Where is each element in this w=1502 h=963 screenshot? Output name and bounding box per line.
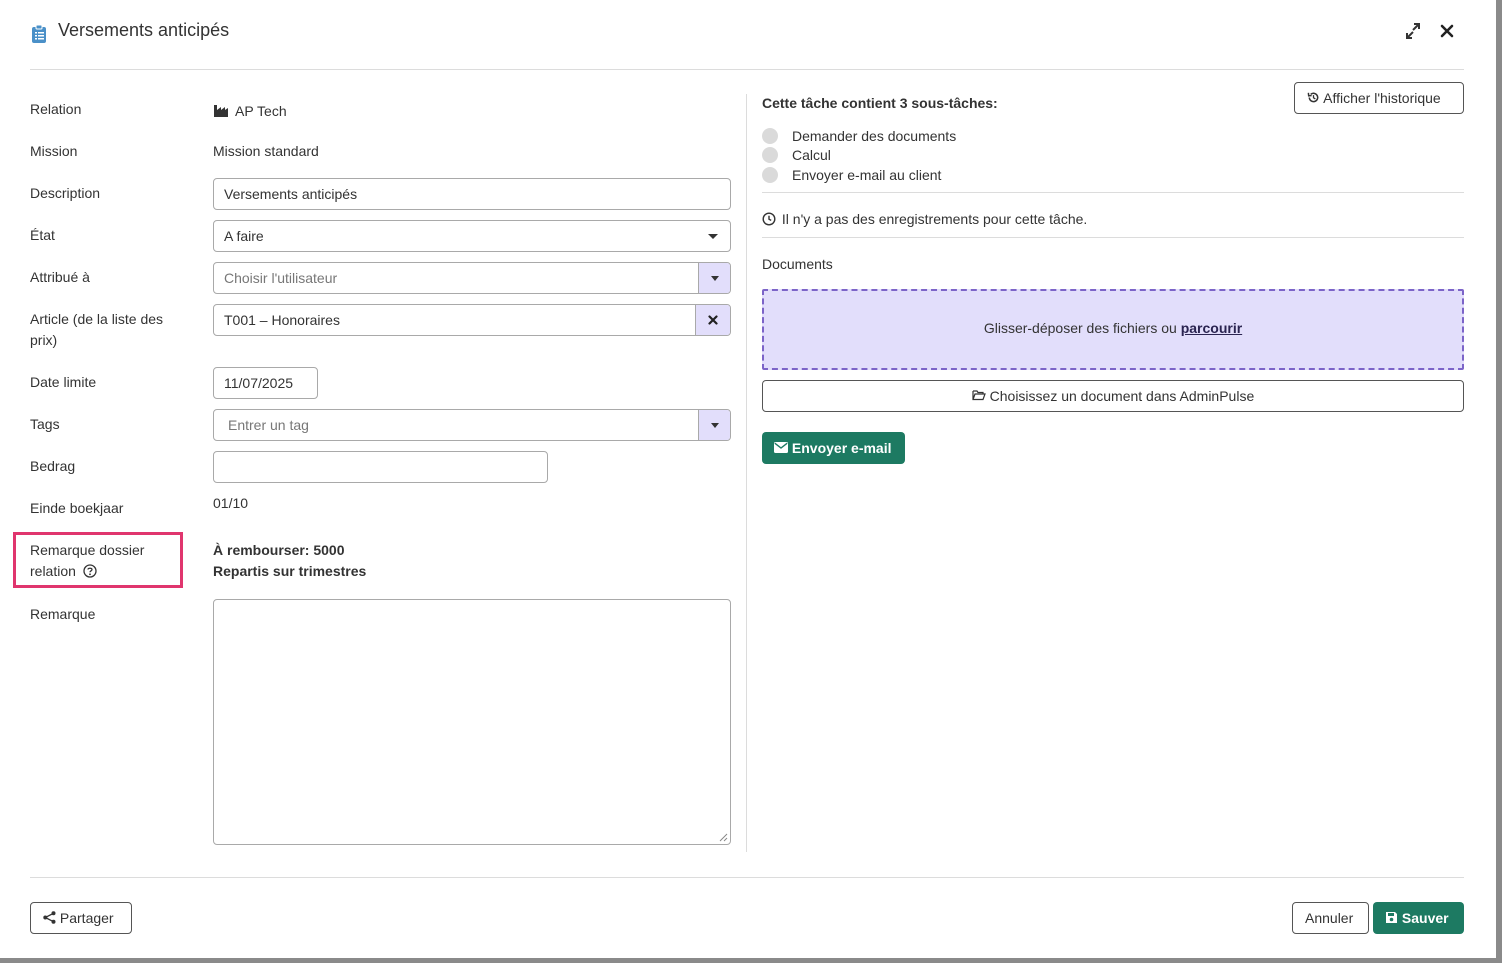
article-select[interactable]: T001 – Honoraires bbox=[213, 304, 731, 336]
relation-value[interactable]: AP Tech bbox=[213, 101, 287, 121]
tags-input[interactable]: Entrer un tag bbox=[213, 409, 731, 441]
mission-value: Mission standard bbox=[213, 143, 319, 159]
clock-icon bbox=[762, 212, 776, 226]
subtasks-heading: Cette tâche contient 3 sous-tâches: bbox=[762, 95, 998, 111]
save-button[interactable]: Sauver bbox=[1373, 902, 1464, 934]
choose-document-label: Choisissez un document dans AdminPulse bbox=[989, 388, 1255, 404]
assignee-select[interactable]: Choisir l'utilisateur bbox=[213, 262, 731, 294]
description-text: Versements anticipés bbox=[224, 186, 358, 202]
date-input[interactable]: 11/07/2025 bbox=[213, 367, 318, 399]
relation-label: Relation bbox=[30, 101, 82, 117]
dropzone-text: Glisser-déposer des fichiers ou bbox=[983, 320, 1177, 336]
remarque-label: Remarque bbox=[30, 606, 96, 622]
close-button[interactable] bbox=[1437, 20, 1457, 42]
share-label: Partager bbox=[59, 910, 114, 926]
tags-placeholder: Entrer un tag bbox=[228, 417, 309, 433]
modal-title: Versements anticipés bbox=[58, 20, 230, 40]
remarque-textarea[interactable] bbox=[213, 599, 731, 845]
share-icon bbox=[43, 911, 56, 924]
einde-value: 01/10 bbox=[213, 495, 249, 511]
no-records-text: Il n'y a pas des enregistrements pour ce… bbox=[781, 211, 1088, 227]
tags-label: Tags bbox=[30, 416, 60, 432]
cancel-button[interactable]: Annuler bbox=[1292, 902, 1369, 934]
resize-handle-icon[interactable] bbox=[719, 833, 728, 842]
etat-select[interactable]: A faire bbox=[213, 220, 731, 252]
bedrag-input[interactable] bbox=[213, 451, 548, 483]
expand-button[interactable] bbox=[1403, 20, 1423, 42]
remarque-dossier-line2: Repartis sur trimestres bbox=[213, 563, 367, 579]
subtasks-divider bbox=[762, 192, 1464, 193]
envelope-icon bbox=[774, 442, 788, 454]
no-records-message: Il n'y a pas des enregistrements pour ce… bbox=[762, 209, 1087, 229]
etat-label: État bbox=[30, 227, 55, 243]
floppy-disk-icon bbox=[1386, 912, 1397, 924]
remarque-dossier-line1: À rembourser: 5000 bbox=[213, 542, 345, 558]
header-divider bbox=[30, 69, 1464, 70]
chevron-down-icon bbox=[708, 234, 718, 239]
description-input[interactable]: Versements anticipés bbox=[213, 178, 731, 210]
history-button[interactable]: Afficher l'historique bbox=[1294, 82, 1464, 114]
etat-selected: A faire bbox=[224, 228, 264, 244]
date-value: 11/07/2025 bbox=[224, 375, 294, 391]
article-selected: T001 – Honoraires bbox=[224, 312, 340, 328]
modal-header: Versements anticipés bbox=[30, 18, 1464, 48]
close-icon bbox=[708, 315, 718, 325]
task-modal: Versements anticipés Relation AP Tech Mi… bbox=[0, 0, 1496, 958]
close-icon bbox=[1440, 24, 1454, 38]
send-email-button[interactable]: Envoyer e-mail bbox=[762, 432, 905, 464]
attribue-label: Attribué à bbox=[30, 269, 90, 285]
file-dropzone[interactable]: Glisser-déposer des fichiers ou parcouri… bbox=[762, 289, 1464, 370]
subtask-label: Envoyer e-mail au client bbox=[792, 167, 942, 183]
cancel-label: Annuler bbox=[1305, 910, 1354, 926]
history-button-label: Afficher l'historique bbox=[1323, 90, 1441, 106]
save-label: Sauver bbox=[1401, 910, 1449, 926]
date-label: Date limite bbox=[30, 374, 97, 390]
records-divider bbox=[762, 237, 1464, 238]
share-button[interactable]: Partager bbox=[30, 902, 132, 934]
description-label: Description bbox=[30, 185, 101, 201]
factory-icon bbox=[214, 104, 228, 117]
tags-dropdown-toggle[interactable] bbox=[698, 410, 730, 440]
footer-divider bbox=[30, 877, 1464, 878]
chevron-down-icon bbox=[711, 276, 719, 281]
chevron-down-icon bbox=[711, 423, 719, 428]
highlight-box bbox=[13, 532, 183, 588]
assignee-placeholder: Choisir l'utilisateur bbox=[224, 270, 338, 286]
article-clear-button[interactable] bbox=[695, 305, 730, 335]
subtask-status-icon[interactable] bbox=[762, 128, 778, 144]
subtask-status-icon[interactable] bbox=[762, 167, 778, 183]
browse-link[interactable]: parcourir bbox=[1181, 320, 1242, 336]
relation-name: AP Tech bbox=[235, 103, 287, 119]
history-icon bbox=[1307, 92, 1319, 103]
expand-icon bbox=[1406, 23, 1420, 39]
documents-label: Documents bbox=[762, 256, 833, 272]
column-divider bbox=[746, 94, 747, 852]
einde-label: Einde boekjaar bbox=[30, 500, 124, 516]
article-label: Article (de la liste des prix) bbox=[30, 311, 164, 348]
send-email-label: Envoyer e-mail bbox=[791, 440, 892, 456]
choose-document-button[interactable]: Choisissez un document dans AdminPulse bbox=[762, 380, 1464, 412]
mission-label: Mission bbox=[30, 143, 78, 159]
subtask-label: Calcul bbox=[792, 147, 831, 163]
folder-open-icon bbox=[972, 390, 986, 401]
subtask-label: Demander des documents bbox=[792, 128, 957, 144]
bedrag-label: Bedrag bbox=[30, 458, 76, 474]
assignee-dropdown-toggle[interactable] bbox=[698, 263, 730, 293]
clipboard-icon bbox=[32, 24, 46, 43]
subtask-status-icon[interactable] bbox=[762, 147, 778, 163]
